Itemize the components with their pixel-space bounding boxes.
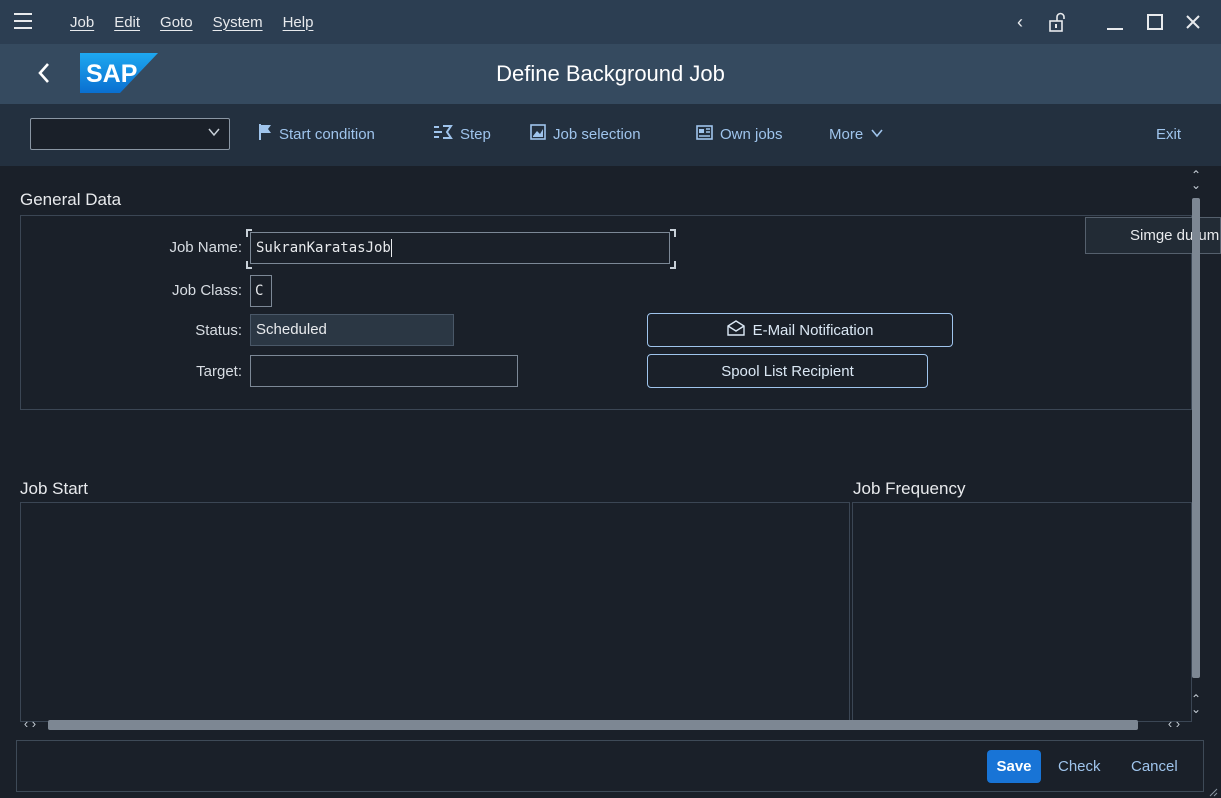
page-title: Define Background Job bbox=[496, 61, 725, 86]
job-start-group bbox=[20, 502, 850, 722]
step-icon bbox=[433, 124, 453, 144]
minimize-icon[interactable] bbox=[1100, 0, 1130, 44]
email-notification-button[interactable]: E-Mail Notification bbox=[647, 313, 953, 347]
menu-bar: Job Edit Goto System Help ‹ bbox=[0, 0, 1221, 44]
job-name-label: Job Name: bbox=[169, 239, 242, 256]
job-frequency-title: Job Frequency bbox=[853, 479, 966, 498]
back-icon[interactable] bbox=[32, 58, 58, 88]
menu-job[interactable]: Job bbox=[70, 14, 94, 31]
status-label: Status: bbox=[195, 322, 242, 339]
check-button[interactable]: Check bbox=[1058, 750, 1101, 783]
vertical-scroll-thumb[interactable] bbox=[1192, 198, 1200, 678]
own-jobs-label: Own jobs bbox=[720, 125, 783, 143]
chevron-down-icon bbox=[207, 125, 221, 142]
focus-corner bbox=[670, 229, 676, 237]
lock-open-icon[interactable] bbox=[1042, 0, 1072, 44]
text-cursor bbox=[390, 239, 392, 257]
resize-grip-icon[interactable] bbox=[1208, 784, 1218, 797]
job-name-value: SukranKaratasJob bbox=[256, 240, 391, 256]
focus-corner bbox=[246, 261, 252, 269]
start-condition-label: Start condition bbox=[279, 125, 375, 143]
target-label: Target: bbox=[196, 363, 242, 380]
horizontal-scrollbar[interactable]: ‹ › ‹ › bbox=[20, 717, 1192, 732]
spool-list-recipient-button[interactable]: Spool List Recipient bbox=[647, 354, 928, 388]
list-card-icon bbox=[696, 124, 713, 144]
scroll-up-icon[interactable]: ⌃ ⌄ bbox=[1190, 169, 1202, 191]
email-notification-label: E-Mail Notification bbox=[752, 321, 874, 339]
target-input[interactable] bbox=[250, 355, 518, 387]
cancel-button[interactable]: Cancel bbox=[1131, 750, 1178, 783]
sap-window: Job Edit Goto System Help ‹ Define Backg… bbox=[0, 0, 1221, 798]
menu-help[interactable]: Help bbox=[283, 14, 314, 31]
job-selection-button[interactable]: Job selection bbox=[530, 118, 641, 150]
general-data-title: General Data bbox=[20, 190, 122, 209]
sap-logo: SAP bbox=[80, 53, 158, 93]
exit-button[interactable]: Exit bbox=[1156, 118, 1181, 150]
job-start-title: Job Start bbox=[20, 479, 89, 498]
command-dropdown[interactable] bbox=[30, 118, 230, 150]
envelope-icon bbox=[726, 320, 745, 340]
job-name-input[interactable]: SukranKaratasJob bbox=[250, 232, 670, 264]
maximize-icon[interactable] bbox=[1140, 0, 1170, 44]
job-class-input[interactable]: C bbox=[250, 275, 272, 307]
close-icon[interactable] bbox=[1178, 0, 1208, 44]
menu-edit[interactable]: Edit bbox=[114, 14, 140, 31]
start-condition-button[interactable]: Start condition bbox=[258, 118, 375, 150]
scroll-down-icon[interactable]: ⌃ ⌄ bbox=[1190, 693, 1202, 715]
scroll-left-right-icon[interactable]: ‹ › bbox=[1162, 717, 1186, 730]
spool-list-recipient-label: Spool List Recipient bbox=[721, 362, 854, 380]
exit-label: Exit bbox=[1156, 125, 1182, 143]
flag-icon bbox=[258, 123, 272, 145]
chevron-down-icon bbox=[870, 126, 884, 143]
job-class-label: Job Class: bbox=[171, 282, 242, 299]
status-field: Scheduled bbox=[250, 314, 454, 346]
menu-items: Job Edit Goto System Help bbox=[70, 0, 313, 44]
vertical-scrollbar[interactable]: ⌃ ⌄ ⌃ ⌄ bbox=[1190, 168, 1202, 716]
focus-corner bbox=[246, 229, 252, 237]
horizontal-scroll-thumb[interactable] bbox=[48, 720, 1138, 730]
hamburger-menu-icon[interactable] bbox=[14, 13, 32, 29]
more-label: More bbox=[829, 125, 864, 143]
job-selection-label: Job selection bbox=[553, 125, 641, 143]
save-button[interactable]: Save bbox=[987, 750, 1041, 783]
own-jobs-button[interactable]: Own jobs bbox=[696, 118, 783, 150]
focus-corner bbox=[670, 261, 676, 269]
step-button[interactable]: Step bbox=[433, 118, 491, 150]
more-button[interactable]: More bbox=[829, 118, 884, 150]
job-frequency-group bbox=[852, 502, 1192, 722]
svg-text:SAP: SAP bbox=[86, 60, 137, 88]
collapse-chevron-icon[interactable]: ‹ bbox=[1008, 0, 1032, 44]
title-bar: Define Background Job SAP bbox=[0, 44, 1221, 104]
scroll-left-right-icon[interactable]: ‹ › bbox=[20, 717, 40, 730]
menu-goto[interactable]: Goto bbox=[160, 14, 193, 31]
image-icon bbox=[530, 124, 546, 144]
step-label: Step bbox=[460, 125, 491, 143]
menu-system[interactable]: System bbox=[213, 14, 263, 31]
